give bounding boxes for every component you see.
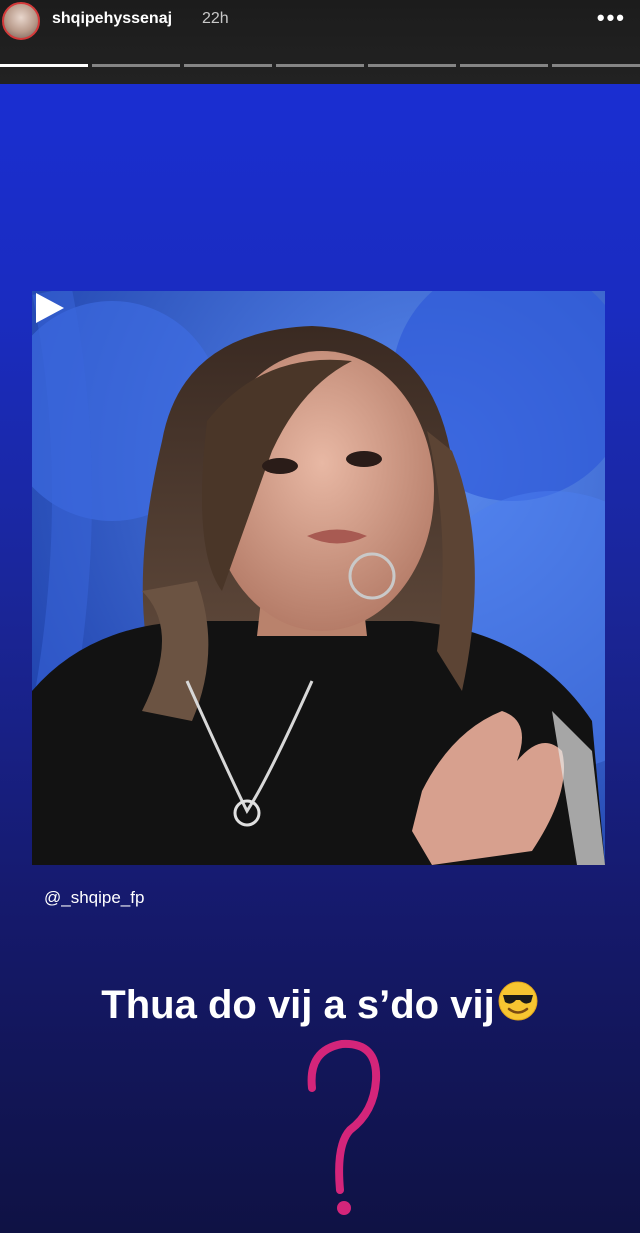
play-icon[interactable] xyxy=(32,291,66,325)
story-header: shqipehyssenaj 22h ••• xyxy=(0,0,640,84)
more-options-icon[interactable]: ••• xyxy=(597,7,626,29)
story-caption: Thua do vij a s’do vij xyxy=(0,980,640,1028)
post-credit-username[interactable]: @_shqipe_fp xyxy=(44,888,144,908)
progress-segment xyxy=(552,64,640,67)
caption-text: Thua do vij a s’do vij xyxy=(101,983,495,1027)
shared-post-media[interactable] xyxy=(32,291,605,865)
progress-segment xyxy=(92,64,180,67)
progress-segment xyxy=(368,64,456,67)
sunglasses-emoji-icon xyxy=(498,981,538,1021)
profile-avatar[interactable] xyxy=(2,2,40,40)
post-photo xyxy=(32,291,605,865)
progress-segment xyxy=(460,64,548,67)
progress-segment xyxy=(276,64,364,67)
question-mark-sticker-icon[interactable] xyxy=(300,1030,390,1220)
story-progress-bar xyxy=(0,64,640,67)
username[interactable]: shqipehyssenaj xyxy=(52,10,172,28)
story-viewer[interactable]: shqipehyssenaj 22h ••• @_shqipe_fp Thua … xyxy=(0,0,640,1233)
post-time: 22h xyxy=(202,10,229,27)
progress-segment xyxy=(184,64,272,67)
progress-segment xyxy=(0,64,88,67)
